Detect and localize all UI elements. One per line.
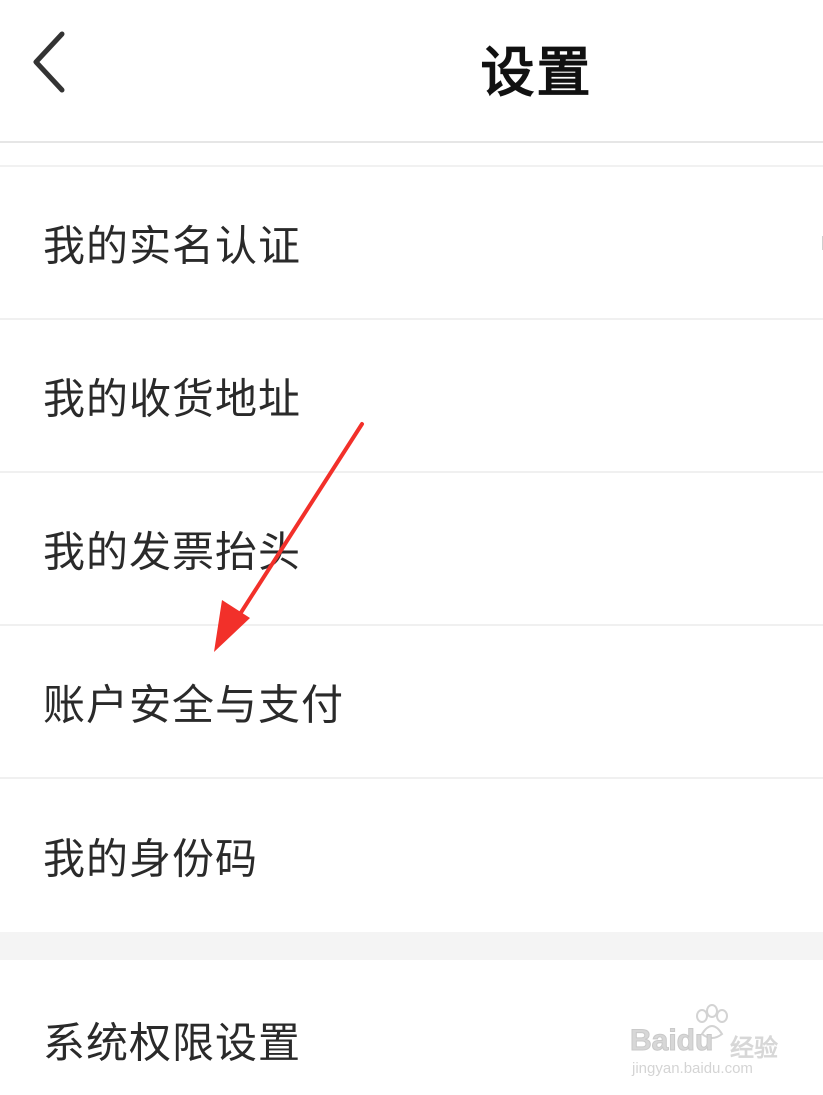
menu-item-shipping-address[interactable]: 我的收货地址 (0, 320, 823, 473)
menu-item-label: 我的实名认证 (43, 221, 302, 270)
menu-item-label: 我的发票抬头 (43, 527, 302, 576)
menu-item-identity-code[interactable]: 我的身份码 (0, 779, 823, 932)
chevron-right-icon (819, 235, 823, 250)
watermark-suffix: 经验 (730, 1034, 778, 1062)
menu-item-invoice-title[interactable]: 我的发票抬头 (0, 473, 823, 626)
section-divider (0, 932, 823, 960)
settings-page: 设置 我的实名认证 我的收货地址 我的发票抬头 账户安全与支付 我的身份码 系统… (0, 0, 823, 1095)
menu-item-account-security-payment[interactable]: 账户安全与支付 (0, 626, 823, 779)
app-header: 设置 (0, 0, 823, 143)
menu-item-label: 账户安全与支付 (43, 680, 345, 729)
menu-item-label: 我的身份码 (43, 834, 259, 883)
section-gap (0, 143, 823, 167)
menu-item-label: 我的收货地址 (43, 374, 302, 423)
watermark-brand: Baidu (629, 1024, 714, 1058)
watermark-url: jingyan.baidu.com (632, 1060, 753, 1077)
menu-item-real-name[interactable]: 我的实名认证 (0, 167, 823, 320)
baidu-watermark: Baidu 经验 jingyan.baidu.com (629, 1004, 810, 1084)
page-title: 设置 (480, 41, 593, 104)
settings-menu-list: 我的实名认证 我的收货地址 我的发票抬头 账户安全与支付 我的身份码 (0, 167, 823, 932)
menu-item-label: 系统权限设置 (43, 1018, 302, 1068)
